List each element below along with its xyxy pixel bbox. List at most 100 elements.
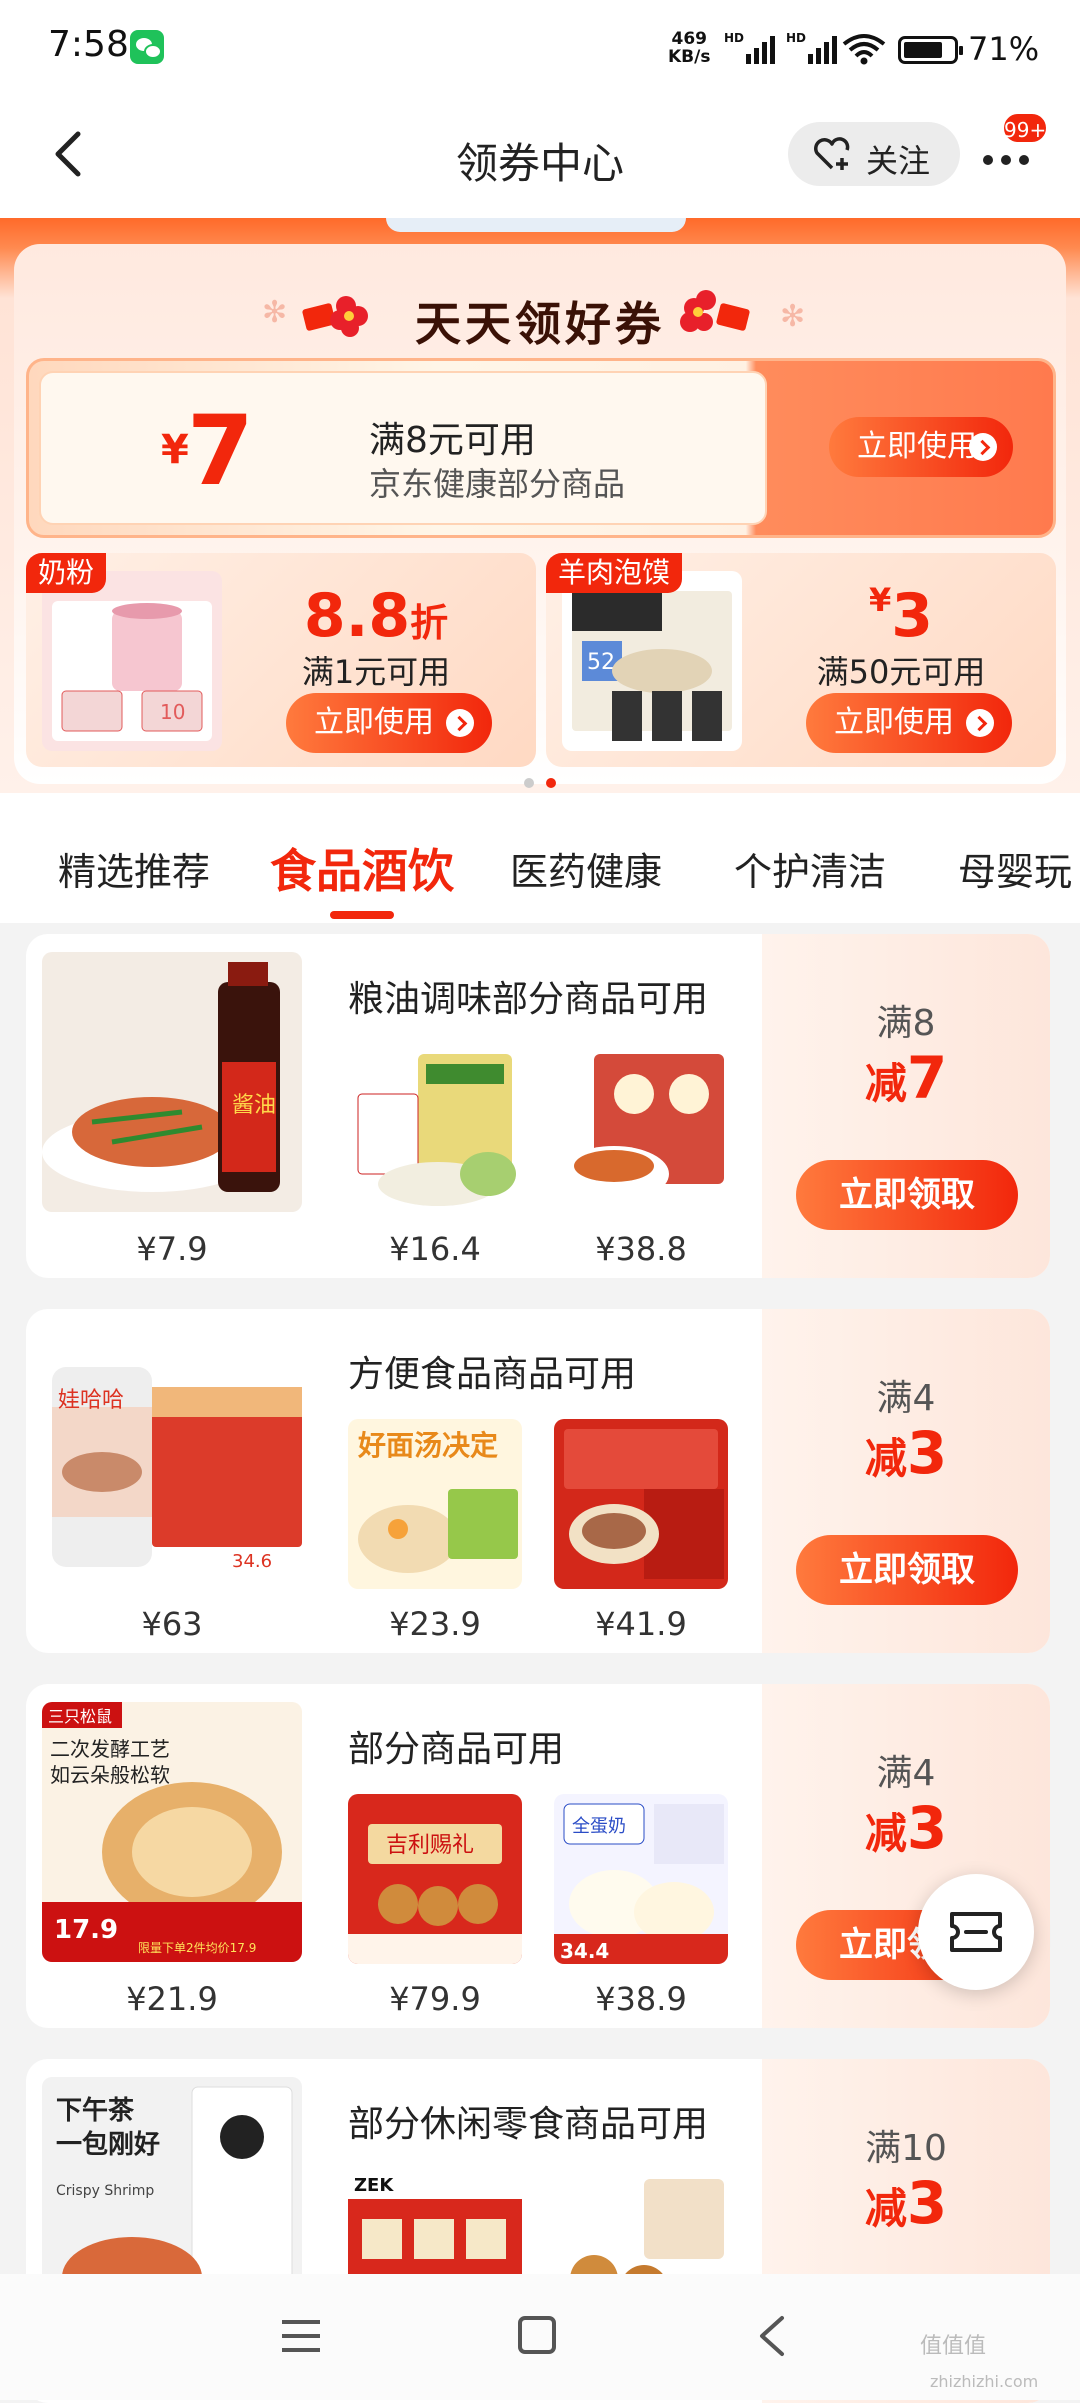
tab-medicine-health[interactable]: 医药健康: [510, 841, 662, 896]
product-price: ¥38.8: [595, 1230, 687, 1268]
noodle-banner-text: 好面汤决定: [357, 1429, 498, 1462]
bread-line2-text: 如云朵般松软: [50, 1763, 170, 1787]
back-nav-icon[interactable]: [752, 2314, 792, 2358]
claim-coupon-button[interactable]: 立即领取: [796, 1160, 1018, 1230]
flower-icon: [680, 290, 750, 332]
reduce-label: 减: [864, 1434, 907, 1483]
coupon-category-tag: 羊肉泡馍: [546, 553, 683, 593]
discount-value: 8.8折: [246, 581, 506, 651]
product-image-spicy-strips[interactable]: [554, 1044, 728, 1214]
watermark-url: zhizhizhi.com: [930, 2372, 1039, 2391]
tab-featured[interactable]: 精选推荐: [58, 841, 210, 896]
product-image-milk-bun[interactable]: 全蛋奶 34.4: [554, 1794, 728, 1964]
arrow-right-icon: [969, 433, 997, 461]
net-speed-value: 469: [671, 29, 707, 49]
milk-bun-text: 全蛋奶: [572, 1816, 626, 1837]
use-coupon-button[interactable]: 立即使用: [286, 693, 492, 753]
discount-number: 3: [891, 581, 933, 651]
product-image-porridge[interactable]: 娃哈哈 34.6: [42, 1327, 302, 1587]
discount-unit: 折: [410, 601, 449, 645]
zek-brand-text: ZEK: [354, 2175, 394, 2196]
coupon-card-lamb-paomo[interactable]: 52 羊肉泡馍 ¥3 满50元可用 立即使用: [546, 553, 1056, 767]
product-image-pickled-cabbage[interactable]: [348, 1044, 522, 1214]
coupon-threshold: 满10: [865, 2128, 947, 2169]
carousel-dot-active[interactable]: [546, 778, 556, 788]
message-count-badge: 99+: [1002, 112, 1048, 144]
product-image-soy-sauce[interactable]: 酱油: [42, 952, 302, 1212]
main-coupon-amount: 7: [187, 395, 254, 507]
product-image-noodles[interactable]: 好面汤决定: [348, 1419, 522, 1589]
my-coupons-float-button[interactable]: [918, 1874, 1034, 1990]
arrow-right-icon: [966, 709, 994, 737]
use-button-label: 立即使用: [857, 429, 977, 464]
watermark: 值值值: [920, 2334, 987, 2359]
main-coupon-use-button[interactable]: 立即使用: [829, 417, 1013, 477]
tab-food-drinks[interactable]: 食品酒饮: [270, 835, 454, 901]
main-coupon-currency: ¥: [161, 427, 189, 473]
coupon-title: 粮油调味部分商品可用: [348, 979, 709, 1020]
tab-personal-care[interactable]: 个护清洁: [734, 841, 886, 896]
coupon-threshold: 满8: [876, 1003, 936, 1044]
coupon-card-bakery[interactable]: 三只松鼠 二次发酵工艺 如云朵般松软 17.9 限量下单2件均价17.9 ¥21…: [26, 1684, 1050, 2028]
wifi-icon: [842, 34, 886, 65]
use-button-label: 立即使用: [314, 705, 434, 740]
wechat-notification-icon: [130, 30, 164, 64]
product-image-bread[interactable]: 三只松鼠 二次发酵工艺 如云朵般松软 17.9 限量下单2件均价17.9: [42, 1702, 302, 1962]
coupon-card-grain-oil[interactable]: 酱油 ¥7.9 粮油调味部分商品可用 ¥16.4 ¥38.8 满8 减7 立即领…: [26, 934, 1050, 1278]
use-coupon-button[interactable]: 立即使用: [806, 693, 1012, 753]
menu-icon[interactable]: [280, 2316, 322, 2356]
reduce-label: 减: [864, 1059, 907, 1108]
svg-text:10: 10: [160, 700, 185, 724]
active-tab-indicator: [330, 911, 394, 919]
coupon-category-tag: 奶粉: [26, 553, 107, 593]
use-button-label: 立即使用: [834, 705, 954, 740]
product-price: ¥38.9: [595, 1980, 687, 2018]
gift-box-text: 吉利赐礼: [386, 1833, 474, 1858]
main-product-price: ¥7.9: [136, 1230, 208, 1268]
follow-label: 关注: [866, 142, 931, 180]
product-price: ¥79.9: [389, 1980, 481, 2018]
heart-plus-icon: [814, 137, 850, 170]
product-price: ¥23.9: [389, 1605, 481, 1643]
sparkle-icon: ✻: [780, 299, 806, 334]
banner-title: 天天领好券: [415, 297, 665, 351]
reduce-label: 减: [864, 1809, 907, 1858]
coupon-title: 方便食品商品可用: [348, 1354, 637, 1395]
ticket-icon: [950, 1912, 1002, 1952]
claim-coupon-button[interactable]: 立即领取: [796, 1535, 1018, 1605]
battery-percent: 71%: [968, 30, 1040, 68]
svg-text:52: 52: [587, 650, 615, 675]
arrow-right-icon: [446, 709, 474, 737]
status-bar: 7:58 469 KB/s HD HD 71%: [0, 0, 1080, 96]
product-image-congee-giftbox[interactable]: [554, 1419, 728, 1589]
coupon-card-instant-food[interactable]: 娃哈哈 34.6 ¥63 方便食品商品可用 好面汤决定 ¥23.9 ¥41.9 …: [26, 1309, 1050, 1653]
bread-note-text: 限量下单2件均价17.9: [138, 1941, 256, 1955]
reduce-amount: 3: [906, 2169, 948, 2237]
porridge-price-text: 34.6: [232, 1551, 272, 1572]
coupon-banner: ✻ 天天领好券 ✻ ¥ 7 满8元可用 京东健康部分商品 立即使用 10 奶粉 …: [0, 218, 1080, 793]
home-icon[interactable]: [516, 2314, 558, 2356]
coupon-title: 部分休闲零食商品可用: [348, 2104, 709, 2145]
carousel-dot[interactable]: [524, 778, 534, 788]
main-coupon-body: ¥ 7 满8元可用 京东健康部分商品: [39, 371, 767, 525]
coupon-card-milk-powder[interactable]: 10 奶粉 8.8折 满1元可用 立即使用: [26, 553, 536, 767]
coupon-reduction: 减3: [762, 1419, 1050, 1487]
milk-powder-product-image: 10: [42, 571, 222, 751]
tab-mother-baby[interactable]: 母婴玩: [958, 841, 1072, 896]
coupon-condition: 满50元可用: [816, 653, 986, 691]
main-coupon-scope: 京东健康部分商品: [369, 465, 626, 503]
signal-1-icon: HD: [724, 31, 775, 64]
snack-line2-text: 一包刚好: [56, 2129, 160, 2160]
snack-en-text: Crispy Shrimp: [56, 2183, 154, 2199]
reduce-label: 减: [864, 2184, 907, 2233]
network-speed: 469 KB/s: [668, 30, 710, 66]
coupon-reduction: 减3: [762, 2169, 1050, 2237]
reduce-amount: 3: [906, 1419, 948, 1487]
soy-sauce-label: 酱油: [232, 1093, 276, 1118]
reduce-amount: 3: [906, 1794, 948, 1862]
main-coupon-card[interactable]: ¥ 7 满8元可用 京东健康部分商品 立即使用: [26, 358, 1056, 538]
follow-button[interactable]: 关注: [788, 122, 960, 186]
product-image-gift-box[interactable]: 吉利赐礼: [348, 1794, 522, 1964]
brand-squirrel-text: 三只松鼠: [48, 1707, 112, 1726]
coupon-threshold: 满4: [876, 1753, 936, 1794]
